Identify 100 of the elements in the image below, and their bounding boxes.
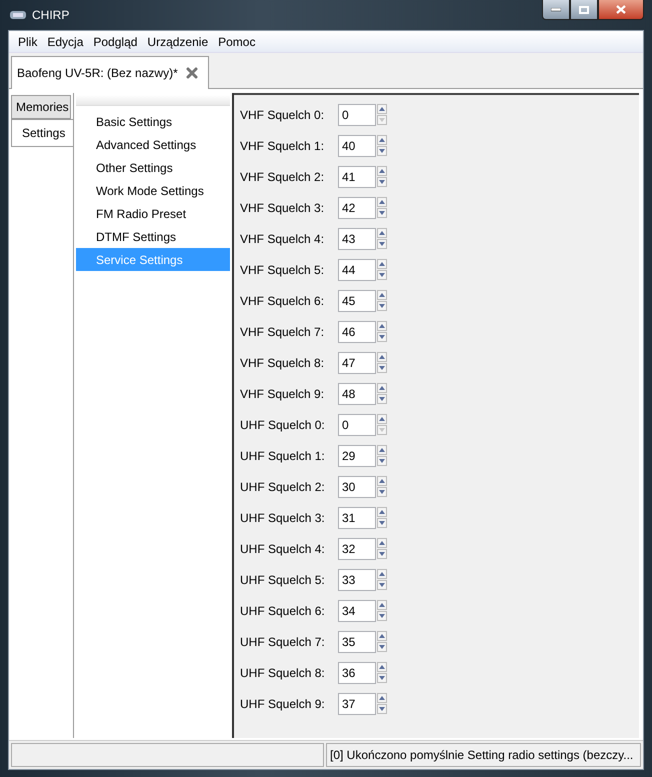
close-icon (616, 5, 626, 14)
spin-down-button[interactable] (377, 332, 387, 342)
spin-down-button[interactable] (377, 177, 387, 187)
spin-field[interactable]: 34 (338, 600, 376, 622)
spin-field[interactable]: 32 (338, 538, 376, 560)
spin-down-button[interactable] (377, 146, 387, 156)
spin-up-button[interactable] (377, 197, 387, 207)
tree-item[interactable]: Work Mode Settings (76, 179, 230, 202)
field-label: VHF Squelch 4: (240, 232, 326, 246)
spin-up-button[interactable] (377, 166, 387, 176)
spin-down-button[interactable] (377, 363, 387, 373)
field-label: VHF Squelch 5: (240, 262, 326, 276)
spin-field[interactable]: 37 (338, 692, 376, 714)
side-tab[interactable]: Memories (11, 95, 71, 119)
spin-up-button[interactable] (377, 135, 387, 145)
tree-item[interactable]: Basic Settings (76, 110, 230, 133)
spin-down-button[interactable] (377, 642, 387, 652)
menu-item[interactable]: Edycja (42, 34, 88, 48)
spin-down-button[interactable] (377, 456, 387, 466)
menu-item[interactable]: Plik (13, 34, 42, 48)
tree-item[interactable]: DTMF Settings (76, 225, 230, 248)
spin-down-button[interactable] (377, 704, 387, 714)
tree-item[interactable]: Advanced Settings (76, 133, 230, 156)
spin-up-button[interactable] (377, 321, 387, 331)
field-label: UHF Squelch 0: (240, 418, 326, 432)
spin-up-button[interactable] (377, 445, 387, 455)
field-label: UHF Squelch 7: (240, 634, 326, 648)
field-label: UHF Squelch 8: (240, 666, 326, 680)
spin-up-button[interactable] (377, 476, 387, 486)
menu-item[interactable]: Podgląd (88, 34, 142, 48)
minimize-button[interactable] (542, 0, 570, 20)
field-label: VHF Squelch 6: (240, 294, 326, 308)
spin-field[interactable]: 30 (338, 476, 376, 498)
maximize-button[interactable] (570, 0, 598, 20)
field-label: VHF Squelch 8: (240, 356, 326, 370)
spin-up-button[interactable] (377, 631, 387, 641)
spin-up-button[interactable] (377, 104, 387, 114)
spin-field[interactable]: 35 (338, 630, 376, 652)
side-tab[interactable]: Settings (11, 119, 74, 147)
window-title: CHIRP (32, 8, 70, 22)
spin-up-button[interactable] (377, 228, 387, 238)
field-label: VHF Squelch 0: (240, 108, 326, 122)
spin-down-button[interactable] (377, 208, 387, 218)
spin-field[interactable]: 40 (338, 134, 376, 156)
field-label: VHF Squelch 3: (240, 200, 326, 214)
menu-item[interactable]: Pomoc (213, 34, 260, 48)
field-label: VHF Squelch 2: (240, 170, 326, 184)
spin-field[interactable]: 45 (338, 290, 376, 312)
tree-item[interactable]: Other Settings (76, 156, 230, 179)
spin-down-button[interactable] (377, 301, 387, 311)
field-label: UHF Squelch 4: (240, 542, 326, 556)
field-label: UHF Squelch 6: (240, 604, 326, 618)
spin-down-button[interactable] (377, 673, 387, 683)
minimize-icon (551, 8, 561, 12)
spin-down-button[interactable] (377, 549, 387, 559)
spin-up-button[interactable] (377, 538, 387, 548)
field-label: VHF Squelch 7: (240, 324, 326, 338)
field-label: UHF Squelch 9: (240, 696, 326, 710)
spin-up-button[interactable] (377, 693, 387, 703)
maximize-icon (579, 6, 589, 14)
status-message: [0] Ukończono pomyślnie Setting radio settings (bezczy... (326, 743, 641, 767)
tree-item[interactable]: FM Radio Preset (76, 202, 230, 225)
field-label: VHF Squelch 9: (240, 386, 326, 400)
spin-field[interactable]: 47 (338, 352, 376, 374)
spin-field[interactable]: 0 (338, 104, 376, 126)
spin-field[interactable]: 46 (338, 320, 376, 342)
spin-field[interactable]: 41 (338, 166, 376, 188)
spin-down-button[interactable] (377, 239, 387, 249)
close-button[interactable] (598, 0, 644, 20)
spin-field[interactable]: 44 (338, 258, 376, 280)
spin-field[interactable]: 42 (338, 196, 376, 218)
spin-up-button[interactable] (377, 383, 387, 393)
spin-field[interactable]: 43 (338, 228, 376, 250)
field-label: UHF Squelch 2: (240, 480, 326, 494)
spin-up-button[interactable] (377, 662, 387, 672)
spin-field[interactable]: 31 (338, 506, 376, 528)
menu-item[interactable]: Urządzenie (142, 34, 214, 48)
document-tab[interactable]: Baofeng UV-5R: (Bez nazwy)* (11, 56, 209, 89)
field-label: UHF Squelch 5: (240, 572, 326, 586)
spin-field[interactable]: 36 (338, 662, 376, 684)
spin-field[interactable]: 29 (338, 444, 376, 466)
spin-down-button[interactable] (377, 487, 387, 497)
spin-up-button[interactable] (377, 290, 387, 300)
spin-field[interactable]: 0 (338, 414, 376, 436)
spin-field[interactable]: 48 (338, 382, 376, 404)
spin-down-button[interactable] (377, 611, 387, 621)
app-icon (10, 11, 26, 19)
spin-up-button[interactable] (377, 600, 387, 610)
field-label: UHF Squelch 3: (240, 510, 326, 524)
close-icon[interactable] (186, 67, 198, 79)
spin-up-button[interactable] (377, 352, 387, 362)
spin-down-button[interactable] (377, 394, 387, 404)
spin-up-button[interactable] (377, 259, 387, 269)
spin-up-button[interactable] (377, 507, 387, 517)
spin-down-button[interactable] (377, 270, 387, 280)
spin-up-button[interactable] (377, 569, 387, 579)
spin-up-button[interactable] (377, 414, 387, 424)
spin-field[interactable]: 33 (338, 568, 376, 590)
spin-down-button[interactable] (377, 580, 387, 590)
spin-down-button[interactable] (377, 518, 387, 528)
